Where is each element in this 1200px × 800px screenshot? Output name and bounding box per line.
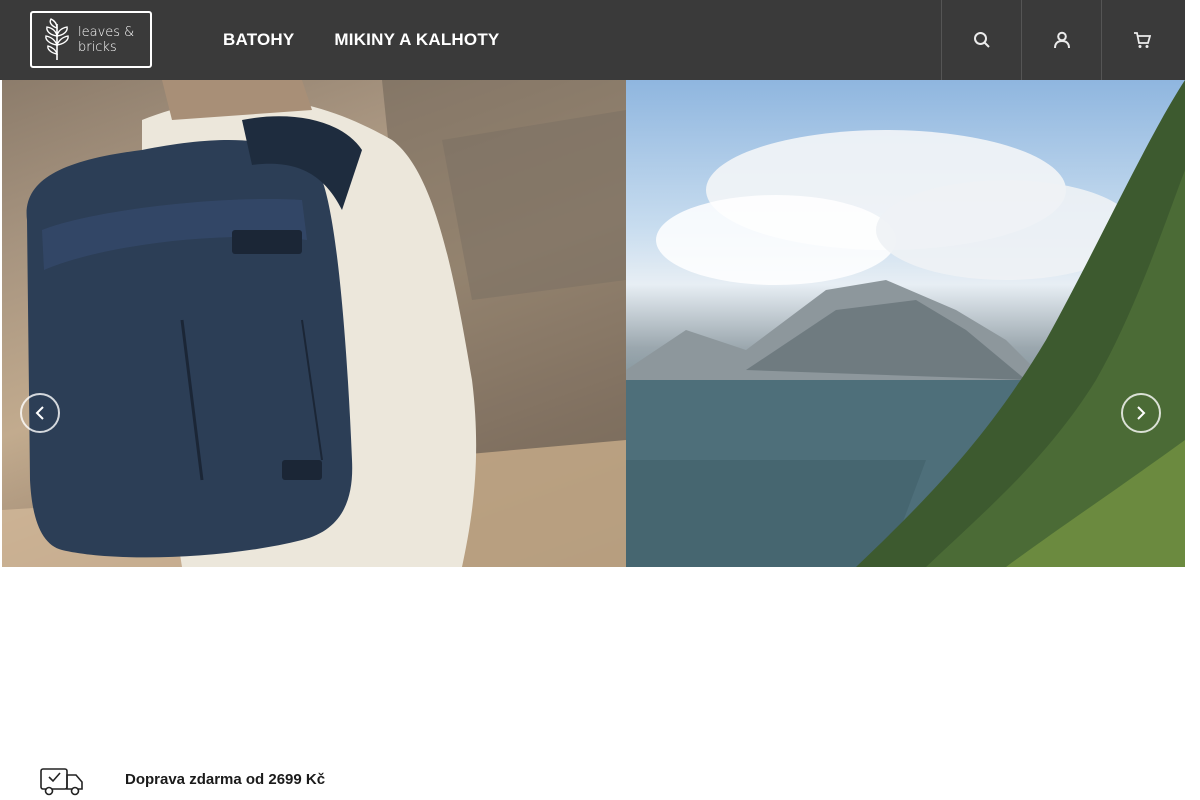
user-icon: [1053, 31, 1070, 49]
mountain-lake-illustration: [626, 80, 1185, 567]
nav-item-batohy[interactable]: BATOHY: [223, 30, 294, 50]
chevron-right-icon: [1137, 406, 1146, 420]
search-icon: [973, 32, 990, 48]
backpack-illustration: [2, 80, 626, 567]
site-logo[interactable]: leaves & bricks: [30, 11, 152, 68]
leaf-branch-icon: [45, 17, 69, 60]
account-button[interactable]: [1021, 0, 1101, 80]
cart-icon: [1133, 32, 1151, 48]
main-nav: BATOHY MIKINY A KALHOTY: [223, 0, 539, 80]
delivery-truck-icon: [40, 768, 83, 796]
logo-line-2: bricks: [78, 39, 117, 55]
site-header: leaves & bricks BATOHY MIKINY A KALHOTY: [0, 0, 1185, 80]
slider-next-button[interactable]: [1121, 393, 1161, 433]
shipping-label: Doprava zdarma od 2699 Kč: [125, 771, 326, 788]
chevron-left-icon: [35, 406, 44, 420]
search-button[interactable]: [941, 0, 1021, 80]
hero-slider: [2, 80, 1185, 567]
backpack-photo[interactable]: [2, 80, 626, 567]
slider-prev-button[interactable]: [20, 393, 60, 433]
cart-button[interactable]: [1101, 0, 1181, 80]
shipping-info: Doprava zdarma od 2699 Kč: [40, 762, 325, 800]
logo-line-1: leaves &: [78, 24, 135, 40]
nav-item-mikiny-a-kalhoty[interactable]: MIKINY A KALHOTY: [334, 30, 499, 50]
mountain-lake-photo[interactable]: [626, 80, 1185, 567]
logo-text: leaves & bricks: [78, 25, 134, 55]
